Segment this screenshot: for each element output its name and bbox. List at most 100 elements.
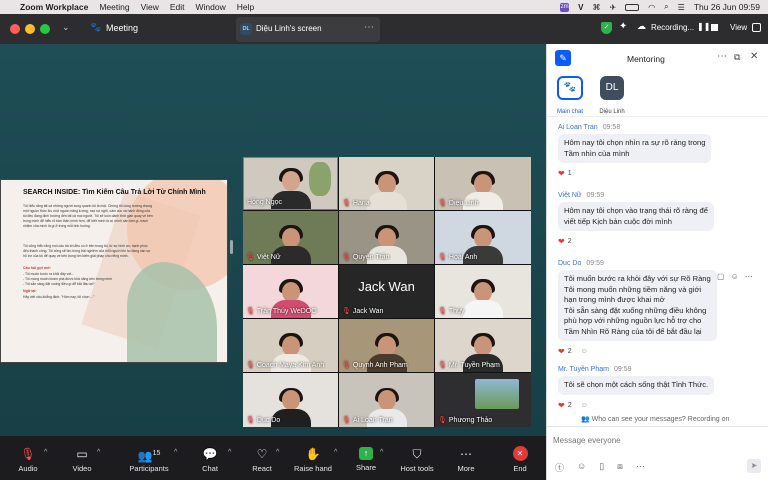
pause-recording-icon[interactable]: ❚❚	[697, 22, 710, 31]
message-actions: ▢ ☺ ⋯	[717, 272, 753, 281]
more-button[interactable]: ⋯ More	[451, 436, 481, 480]
vpn-icon[interactable]: V	[578, 3, 583, 12]
video-tile[interactable]: 🎙 Duc Do	[243, 373, 338, 427]
battery-icon[interactable]	[625, 3, 640, 11]
react-options-caret[interactable]: ^	[276, 449, 279, 456]
video-tile[interactable]: 🎙 Việt Nữ	[243, 211, 338, 264]
options-icon[interactable]: ⋯	[364, 22, 374, 33]
share-options-caret[interactable]: ^	[380, 449, 383, 456]
add-reaction-icon[interactable]: ☺	[581, 348, 588, 355]
chat-message[interactable]: Ai Loan Tran 09:58 Hôm nay tôi chọn nhìn …	[558, 124, 758, 178]
share-screen-tab[interactable]: DL Diệu Linh's screen ⋯	[236, 17, 380, 42]
format-icon[interactable]: ⓣ	[555, 461, 564, 474]
status-app-icon[interactable]: zm	[560, 2, 570, 12]
close-icon[interactable]: ✕	[750, 51, 758, 62]
raise-hand-options-caret[interactable]: ^	[334, 449, 337, 456]
chat-message[interactable]: Mr. Tuyền Phạm 09:59 Tôi sẽ chọn một cách…	[558, 366, 758, 410]
maximize-window-button[interactable]	[40, 24, 50, 34]
emoji-icon[interactable]: ☺	[731, 272, 739, 281]
audio-button[interactable]: 🎙 Audio	[8, 436, 48, 480]
view-button[interactable]: View	[730, 23, 747, 32]
chat-message-input[interactable]	[553, 433, 761, 447]
reaction-badge[interactable]: ❤ 2 ☺	[558, 401, 758, 410]
menu-window[interactable]: Window	[196, 2, 226, 12]
reaction-badge[interactable]: ❤ 2	[558, 237, 758, 246]
video-tile[interactable]: 🎙 Mr. Tuyền Phạm	[435, 319, 531, 372]
divider	[547, 116, 768, 117]
reaction-badge[interactable]: ❤ 1	[558, 169, 758, 178]
end-button[interactable]: ✕ End	[506, 436, 534, 480]
split-handle[interactable]	[230, 240, 233, 254]
menu-clock: Thu 26 Jun 09:59	[693, 2, 760, 12]
chat-icon: 💬	[202, 447, 218, 461]
video-tile[interactable]: 🎙 Diệu Linh	[435, 157, 531, 210]
slide-question: Hãy viết câu khẳng định: "Hôm nay, tôi c…	[23, 295, 95, 299]
menu-help[interactable]: Help	[237, 2, 254, 12]
status-icon-2[interactable]: ⌘	[592, 3, 600, 12]
stop-recording-icon[interactable]	[711, 24, 718, 31]
video-tile[interactable]: 🎙 Coach Maya Kim Anh	[243, 319, 338, 372]
video-tile[interactable]: Jack Wan 🎙 Jack Wan	[339, 265, 434, 318]
share-button[interactable]: ↑ Share	[350, 436, 382, 480]
audio-options-caret[interactable]: ^	[44, 449, 47, 456]
view-grid-icon[interactable]	[752, 23, 761, 32]
participants-options-caret[interactable]: ^	[174, 449, 177, 456]
more-options-icon[interactable]: ⋯	[745, 272, 753, 281]
more-options-icon[interactable]: ⋯	[717, 51, 727, 62]
tab-person-chat[interactable]: DL Diệu Linh	[597, 76, 627, 115]
chat-message[interactable]: Việt Nữ 09:59 Hôm nay tôi chọn vào trạng …	[558, 192, 758, 246]
reply-icon[interactable]: ▢	[717, 272, 725, 281]
status-icon-3[interactable]: ✈	[609, 3, 616, 12]
meeting-label[interactable]: Meeting	[106, 23, 138, 33]
tile-name-label: 🎙 Hana	[342, 199, 370, 208]
video-tile[interactable]: 🎙 Hana	[339, 157, 434, 210]
video-tile[interactable]: Hồng Ngọc	[243, 157, 338, 210]
message-time: 09:59	[586, 192, 605, 199]
participants-icon: 👥15	[137, 449, 161, 463]
file-icon[interactable]: ▯	[599, 461, 604, 474]
more-options-icon[interactable]: ⋯	[636, 461, 645, 474]
participants-button[interactable]: 👥15 Participants	[124, 436, 174, 480]
screenshot-icon[interactable]: ⧈	[617, 461, 623, 474]
send-icon[interactable]: ➤	[747, 459, 761, 473]
add-reaction-icon[interactable]: ☺	[581, 402, 588, 409]
video-tile[interactable]: 🎙 Trần Thúy WeDOO	[243, 265, 338, 318]
video-tile[interactable]: 🎙 Phương Thảo	[435, 373, 531, 427]
close-window-button[interactable]	[10, 24, 20, 34]
menu-edit[interactable]: Edit	[170, 2, 185, 12]
search-icon[interactable]: ⌕	[664, 2, 668, 12]
menu-meeting[interactable]: Meeting	[99, 2, 129, 12]
message-line: Tôi mong muốn những tiềm năng và giới	[564, 284, 702, 294]
chevron-down-icon[interactable]: ⌄	[62, 22, 70, 33]
chat-options-caret[interactable]: ^	[228, 449, 231, 456]
gallery-grid: Hồng Ngọc 🎙 Hana 🎙 Diệu Linh 🎙 Việt Nữ 🎙 Quy…	[243, 157, 531, 427]
control-center-icon[interactable]: ☰	[678, 3, 685, 12]
wifi-icon[interactable]: ◠	[648, 3, 655, 12]
video-tile[interactable]: 🎙 Quyên Trần	[339, 211, 434, 264]
minimize-window-button[interactable]	[25, 24, 35, 34]
react-button[interactable]: ♡ React	[244, 436, 280, 480]
raise-hand-button[interactable]: ✋ Raise hand	[290, 436, 336, 480]
reaction-badge[interactable]: ❤ 2 ☺	[558, 347, 758, 356]
host-tools-button[interactable]: ⛉ Host tools	[396, 436, 438, 480]
mic-muted-icon: 🎙	[438, 417, 447, 424]
video-options-caret[interactable]: ^	[97, 449, 100, 456]
video-tile[interactable]: 🎙 Thúy	[435, 265, 531, 318]
video-tile[interactable]: 🎙 Quynh Anh Pham	[339, 319, 434, 372]
video-button[interactable]: ▭ Video	[62, 436, 102, 480]
video-tile[interactable]: 🎙 Hoài Anh	[435, 211, 531, 264]
new-chat-icon[interactable]: ✎	[555, 50, 571, 66]
menu-app-name[interactable]: Zoom Workplace	[20, 2, 88, 12]
chat-button[interactable]: 💬 Chat	[192, 436, 228, 480]
emoji-icon[interactable]: ☺	[577, 461, 586, 474]
tab-main-chat[interactable]: 🐾 Main chat	[556, 76, 584, 115]
video-tile[interactable]: 🎙 Ai Loan Tran	[339, 373, 434, 427]
menu-view[interactable]: View	[141, 2, 159, 12]
visibility-notice[interactable]: 👥 Who can see your messages? Recording o…	[581, 415, 730, 423]
sparkle-icon[interactable]: ✦	[619, 21, 627, 32]
shield-icon[interactable]: ✓	[601, 22, 612, 34]
shared-slide: SEARCH INSIDE: Tìm Kiếm Câu Trả Lời Từ C…	[0, 179, 228, 363]
pop-out-icon[interactable]: ⧉	[734, 52, 740, 63]
mic-muted-icon: 🎙	[246, 362, 255, 369]
mic-muted-icon: 🎙	[246, 254, 255, 261]
